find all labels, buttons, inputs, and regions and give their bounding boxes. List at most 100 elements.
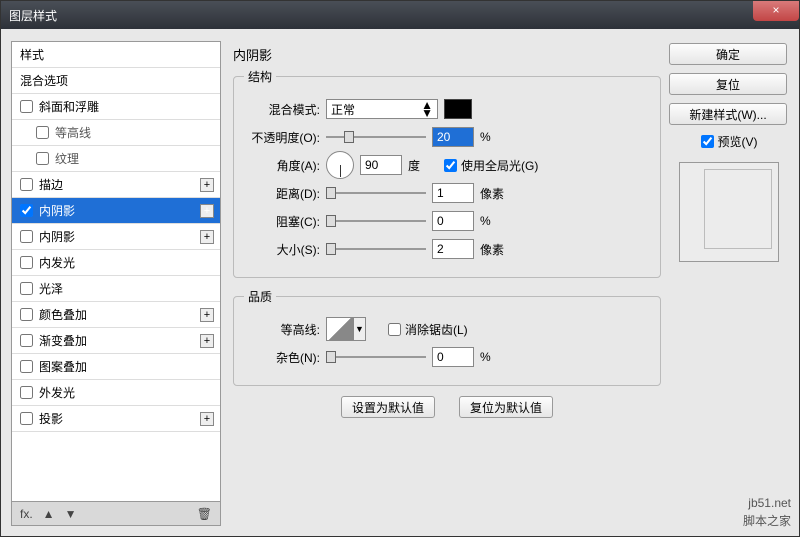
style-item-checkbox[interactable] — [20, 412, 33, 425]
set-default-button[interactable]: 设置为默认值 — [341, 396, 435, 418]
add-effect-icon[interactable]: + — [200, 178, 214, 192]
dropdown-arrows-icon: ▲▼ — [421, 101, 433, 117]
ok-button[interactable]: 确定 — [669, 43, 787, 65]
new-style-button[interactable]: 新建样式(W)... — [669, 103, 787, 125]
contour-picker[interactable] — [326, 317, 354, 341]
watermark: jb51.net 脚本之家 — [743, 494, 791, 530]
style-item-checkbox[interactable] — [20, 334, 33, 347]
styles-header-label: 样式 — [20, 42, 44, 68]
angle-dial[interactable] — [326, 151, 354, 179]
panel-title: 内阴影 — [233, 45, 661, 64]
blend-mode-label: 混合模式: — [244, 101, 320, 118]
styles-header[interactable]: 样式 — [12, 42, 220, 68]
global-light-label: 使用全局光(G) — [461, 157, 538, 174]
close-button[interactable]: × — [753, 1, 799, 21]
distance-unit: 像素 — [480, 185, 510, 202]
preview-thumbnail — [679, 162, 779, 262]
add-effect-icon[interactable]: + — [200, 204, 214, 218]
angle-input[interactable]: 90 — [360, 155, 402, 175]
style-item-label: 等高线 — [55, 120, 91, 146]
size-slider[interactable] — [326, 243, 426, 255]
style-item[interactable]: 光泽 — [12, 276, 220, 302]
style-item-checkbox[interactable] — [20, 282, 33, 295]
style-item-checkbox[interactable] — [20, 100, 33, 113]
antialias-checkbox[interactable]: 消除锯齿(L) — [388, 321, 468, 338]
style-list-footer: fx. ▲ ▼ 🗑 — [11, 502, 221, 526]
style-item-checkbox[interactable] — [20, 386, 33, 399]
style-item-checkbox[interactable] — [20, 256, 33, 269]
distance-input[interactable]: 1 — [432, 183, 474, 203]
style-item-label: 描边 — [39, 172, 63, 198]
move-up-icon[interactable]: ▲ — [43, 507, 55, 521]
window-title: 图层样式 — [9, 7, 57, 24]
distance-slider[interactable] — [326, 187, 426, 199]
style-item-checkbox[interactable] — [36, 126, 49, 139]
style-item[interactable]: 投影 + — [12, 406, 220, 432]
size-label: 大小(S): — [244, 241, 320, 258]
style-item-checkbox[interactable] — [20, 360, 33, 373]
antialias-input[interactable] — [388, 323, 401, 336]
opacity-input[interactable]: 20 — [432, 127, 474, 147]
quality-group: 品质 等高线: ▼ 消除锯齿(L) 杂色(N): — [233, 288, 661, 386]
style-item[interactable]: 纹理 — [12, 146, 220, 172]
style-item[interactable]: 内阴影+ — [12, 198, 220, 224]
style-item[interactable]: 内阴影 + — [12, 224, 220, 250]
preview-checkbox[interactable]: 预览(V) — [669, 133, 789, 150]
style-item-label: 内阴影 — [39, 224, 75, 250]
style-list: 样式 混合选项 斜面和浮雕等高线纹理描边+内阴影+内阴影+内发光光泽颜色叠加+渐… — [11, 41, 221, 502]
style-item[interactable]: 颜色叠加 + — [12, 302, 220, 328]
style-item-checkbox[interactable] — [20, 204, 33, 217]
trash-icon[interactable]: 🗑 — [197, 507, 212, 521]
style-item-checkbox[interactable] — [36, 152, 49, 165]
style-item-label: 图案叠加 — [39, 354, 87, 380]
choke-slider[interactable] — [326, 215, 426, 227]
style-item[interactable]: 斜面和浮雕 — [12, 94, 220, 120]
style-item[interactable]: 渐变叠加+ — [12, 328, 220, 354]
add-effect-icon[interactable]: + — [200, 230, 214, 244]
fx-icon[interactable]: fx. — [20, 507, 33, 521]
choke-input[interactable]: 0 — [432, 211, 474, 231]
style-item-label: 纹理 — [55, 146, 79, 172]
style-item[interactable]: 描边 + — [12, 172, 220, 198]
style-item-checkbox[interactable] — [20, 178, 33, 191]
style-item-checkbox[interactable] — [20, 230, 33, 243]
blend-options-header[interactable]: 混合选项 — [12, 68, 220, 94]
structure-group: 结构 混合模式: 正常 ▲▼ 不透明度(O): 20 % 角度(A) — [233, 68, 661, 278]
reset-default-button[interactable]: 复位为默认值 — [459, 396, 553, 418]
add-effect-icon[interactable]: + — [200, 412, 214, 426]
cancel-button[interactable]: 复位 — [669, 73, 787, 95]
opacity-label: 不透明度(O): — [244, 129, 320, 146]
opacity-slider[interactable] — [326, 131, 426, 143]
style-item[interactable]: 等高线 — [12, 120, 220, 146]
quality-legend: 品质 — [244, 288, 276, 305]
add-effect-icon[interactable]: + — [200, 334, 214, 348]
move-down-icon[interactable]: ▼ — [65, 507, 77, 521]
blend-mode-value: 正常 — [331, 101, 355, 118]
choke-unit: % — [480, 214, 510, 228]
style-item-checkbox[interactable] — [20, 308, 33, 321]
right-panel: 确定 复位 新建样式(W)... 预览(V) — [669, 41, 789, 526]
style-item[interactable]: 内发光 — [12, 250, 220, 276]
preview-input[interactable] — [701, 135, 714, 148]
global-light-checkbox[interactable]: 使用全局光(G) — [444, 157, 538, 174]
style-item[interactable]: 图案叠加 — [12, 354, 220, 380]
blend-mode-dropdown[interactable]: 正常 ▲▼ — [326, 99, 438, 119]
global-light-input[interactable] — [444, 159, 457, 172]
add-effect-icon[interactable]: + — [200, 308, 214, 322]
contour-dropdown-icon[interactable]: ▼ — [354, 317, 366, 341]
shadow-color-swatch[interactable] — [444, 99, 472, 119]
noise-slider[interactable] — [326, 351, 426, 363]
size-unit: 像素 — [480, 241, 510, 258]
style-item-label: 投影 — [39, 406, 63, 432]
style-item-label: 颜色叠加 — [39, 302, 87, 328]
style-item[interactable]: 外发光 — [12, 380, 220, 406]
noise-input[interactable]: 0 — [432, 347, 474, 367]
blend-options-label: 混合选项 — [20, 68, 68, 94]
layer-style-dialog: 图层样式 × 样式 混合选项 斜面和浮雕等高线纹理描边 + 内阴影 + 内阴影 + 内发光光… — [0, 0, 800, 537]
style-item-label: 内发光 — [39, 250, 75, 276]
preview-label: 预览(V) — [718, 133, 758, 150]
titlebar[interactable]: 图层样式 × — [1, 1, 799, 29]
size-input[interactable]: 2 — [432, 239, 474, 259]
style-item-label: 光泽 — [39, 276, 63, 302]
noise-label: 杂色(N): — [244, 349, 320, 366]
